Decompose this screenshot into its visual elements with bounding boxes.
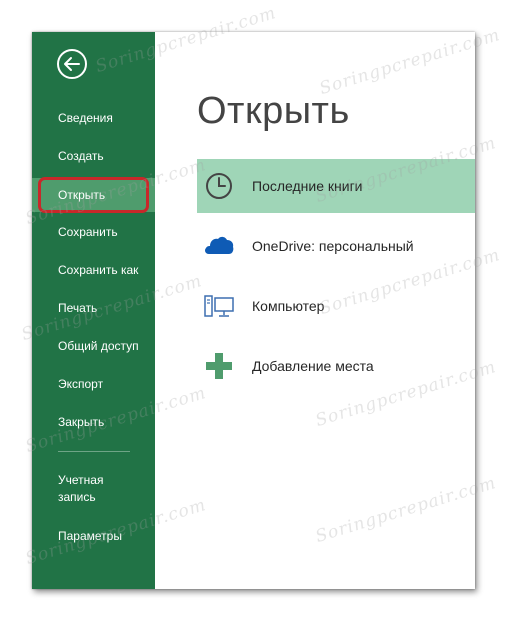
place-label: Компьютер — [252, 298, 325, 314]
sidebar-item-options[interactable]: Параметры — [32, 528, 155, 545]
sidebar-item-label: Общий доступ — [58, 339, 139, 353]
sidebar-item-label: Параметры — [58, 529, 122, 543]
plus-icon — [206, 353, 232, 379]
back-button[interactable] — [57, 49, 87, 79]
sidebar-item-label: Сохранить как — [58, 263, 139, 277]
sidebar-item-export[interactable]: Экспорт — [32, 376, 155, 393]
page-title: Открыть — [197, 90, 350, 132]
clock-icon — [206, 173, 232, 199]
sidebar-item-label: Экспорт — [58, 377, 104, 391]
sidebar-item-save[interactable]: Сохранить — [32, 224, 155, 241]
place-label: OneDrive: персональный — [252, 238, 414, 254]
backstage-window: Сведения Создать Открыть Сохранить Сохра… — [32, 32, 475, 589]
place-computer[interactable]: Компьютер — [197, 279, 475, 333]
sidebar-item-close[interactable]: Закрыть — [32, 414, 155, 431]
back-arrow-icon — [64, 57, 80, 71]
sidebar-item-account[interactable]: Учетная запись — [32, 472, 155, 506]
sidebar-item-label: Учетная — [58, 473, 104, 487]
place-label: Добавление места — [252, 358, 374, 374]
sidebar-item-label: Закрыть — [58, 415, 105, 429]
sidebar-item-label: Создать — [58, 149, 104, 163]
sidebar-item-print[interactable]: Печать — [32, 300, 155, 317]
sidebar-item-share[interactable]: Общий доступ — [32, 338, 155, 355]
sidebar-item-new[interactable]: Создать — [32, 148, 155, 165]
highlight-annotation — [38, 177, 149, 213]
sidebar-item-save-as[interactable]: Сохранить как — [32, 262, 155, 279]
place-add-location[interactable]: Добавление места — [197, 339, 475, 393]
onedrive-cloud-icon — [205, 236, 234, 254]
sidebar-item-label: запись — [58, 490, 96, 504]
place-onedrive[interactable]: OneDrive: персональный — [197, 219, 475, 273]
place-recent-workbooks[interactable]: Последние книги — [197, 159, 475, 213]
sidebar-item-label: Сведения — [58, 111, 113, 125]
place-label: Последние книги — [252, 178, 363, 194]
screenshot-stage: Сведения Создать Открыть Сохранить Сохра… — [0, 0, 509, 623]
sidebar-item-label: Печать — [58, 301, 98, 315]
computer-icon — [204, 295, 234, 317]
backstage-sidebar: Сведения Создать Открыть Сохранить Сохра… — [32, 32, 155, 589]
sidebar-item-info[interactable]: Сведения — [32, 110, 155, 127]
sidebar-divider — [58, 451, 130, 452]
sidebar-item-label: Сохранить — [58, 225, 118, 239]
